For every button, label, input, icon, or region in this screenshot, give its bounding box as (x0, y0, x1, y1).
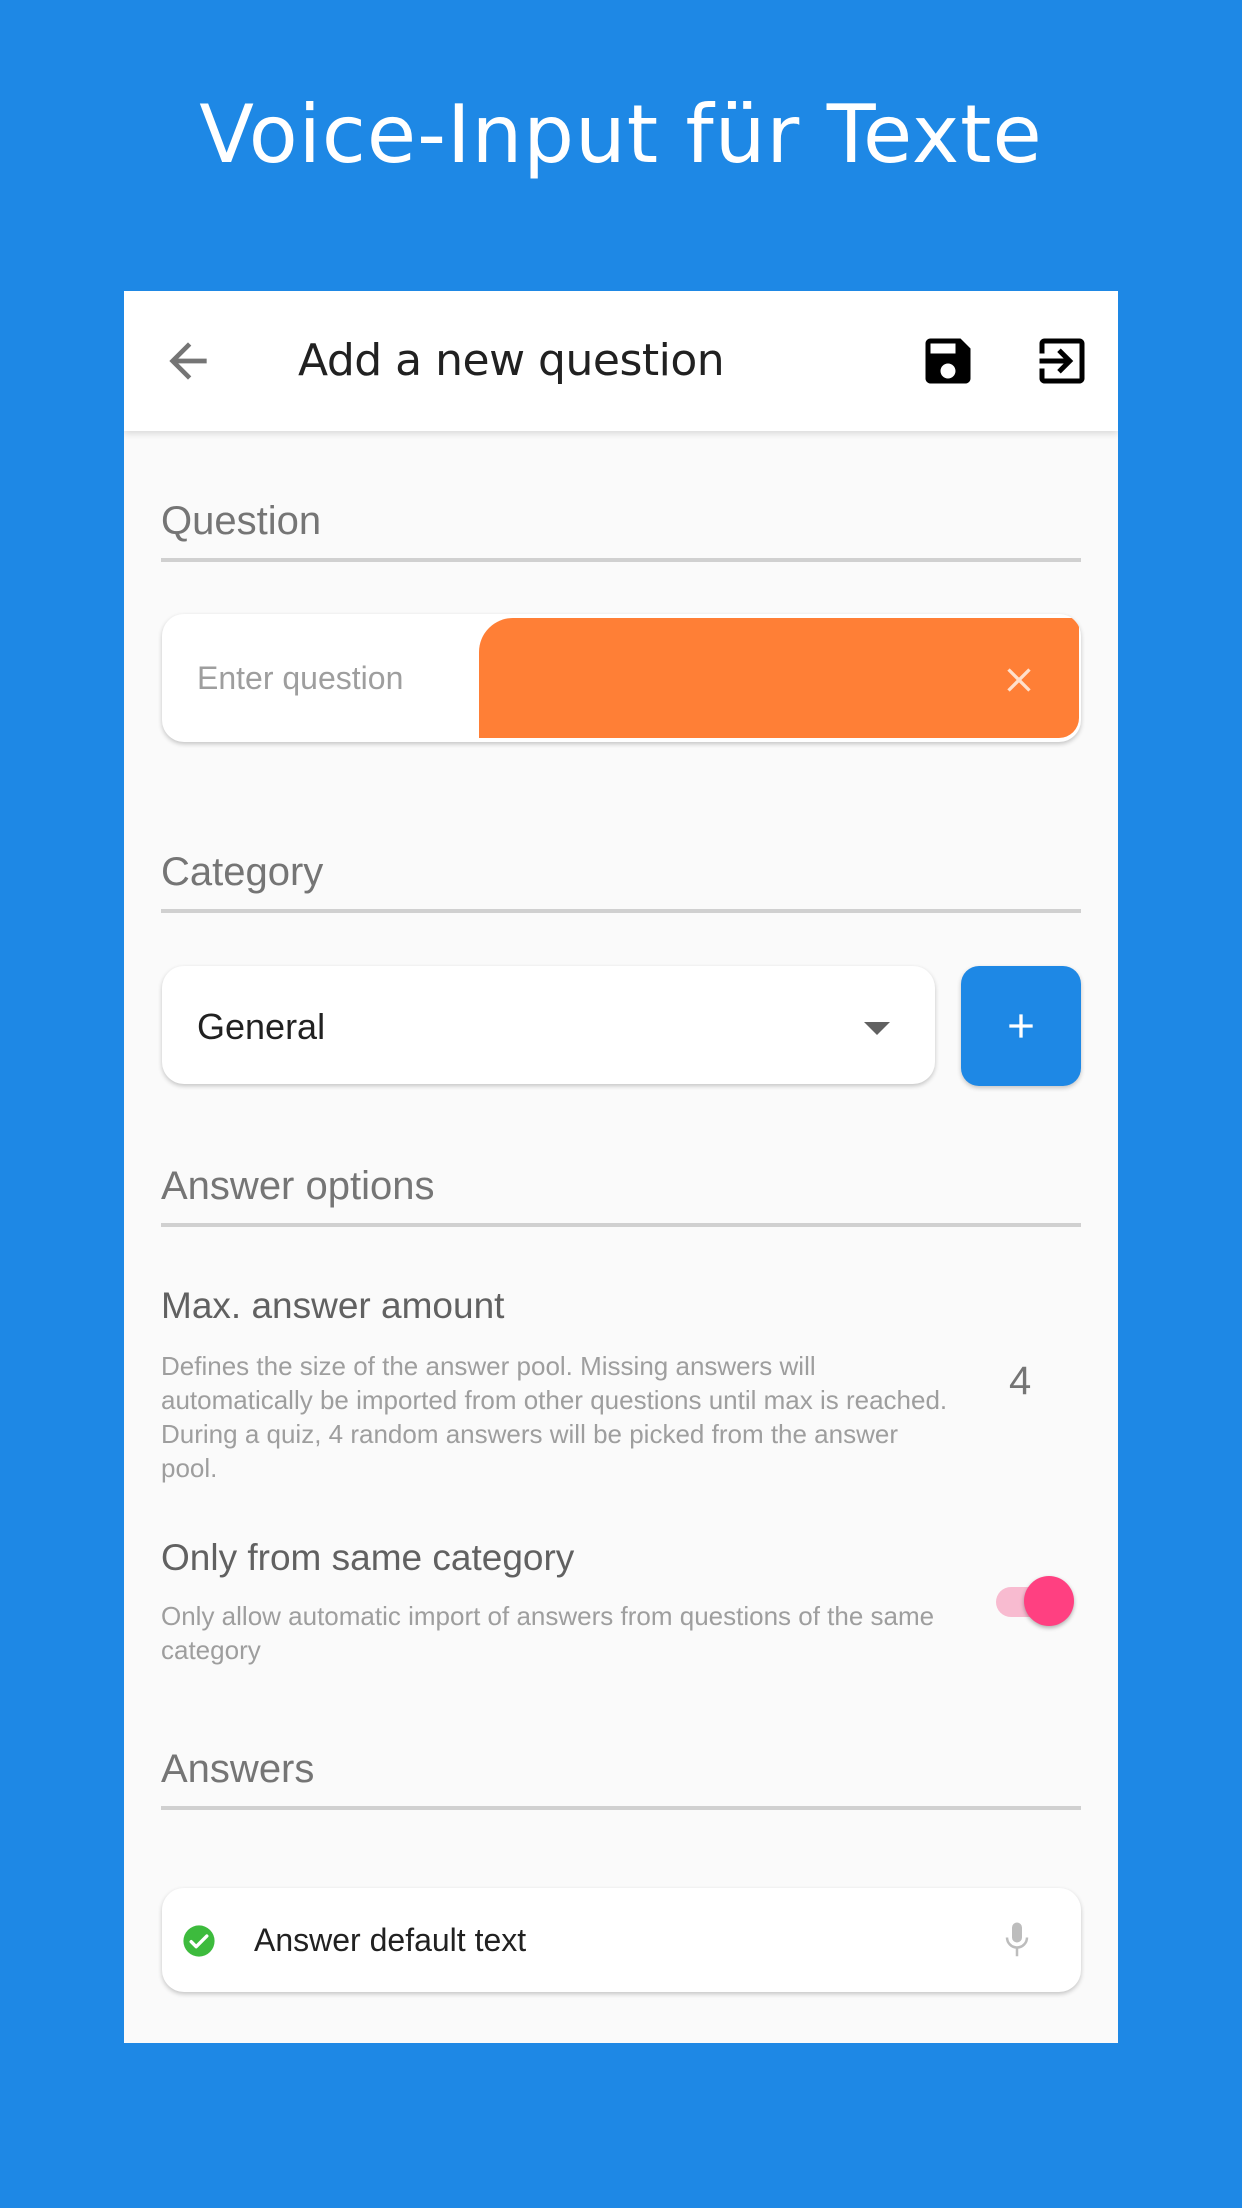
answer-item[interactable]: Answer default text (162, 1888, 1081, 1992)
promo-title: Voice-Input für Texte (199, 88, 1043, 181)
section-header-answers: Answers (161, 1747, 1081, 1810)
same-category-toggle[interactable] (992, 1575, 1076, 1627)
category-selected-value: General (197, 1006, 326, 1047)
question-input-placeholder: Enter question (197, 660, 404, 696)
max-answer-value[interactable]: 4 (1009, 1359, 1031, 1404)
app-bar: Add a new question (124, 291, 1118, 431)
same-category-title: Only from same category (161, 1537, 575, 1578)
max-answer-title: Max. answer amount (161, 1285, 505, 1326)
close-icon[interactable] (999, 660, 1039, 700)
max-answer-description: Defines the size of the answer pool. Mis… (161, 1351, 948, 1483)
section-header-question: Question (161, 499, 1081, 562)
category-select[interactable]: General (162, 966, 935, 1084)
toggle-thumb (1024, 1576, 1074, 1626)
microphone-icon[interactable] (1002, 1920, 1032, 1960)
plus-icon (1009, 1014, 1033, 1038)
voice-input-overlay[interactable] (479, 618, 1079, 738)
chevron-down-icon (864, 1022, 890, 1035)
page-title: Add a new question (298, 335, 725, 386)
check-circle-icon[interactable] (182, 1924, 216, 1958)
question-input[interactable]: Enter question (162, 614, 1081, 742)
arrow-back-icon[interactable] (160, 333, 216, 389)
save-icon[interactable] (918, 331, 978, 391)
exit-to-app-icon[interactable] (1032, 331, 1092, 391)
answer-text[interactable]: Answer default text (254, 1922, 526, 1959)
same-category-description: Only allow automatic import of answers f… (161, 1601, 935, 1665)
section-header-answer-options: Answer options (161, 1164, 1081, 1227)
app-screen: Add a new question Question Enter questi… (124, 291, 1118, 2043)
section-header-category: Category (161, 850, 1081, 913)
add-category-button[interactable] (961, 966, 1081, 1086)
